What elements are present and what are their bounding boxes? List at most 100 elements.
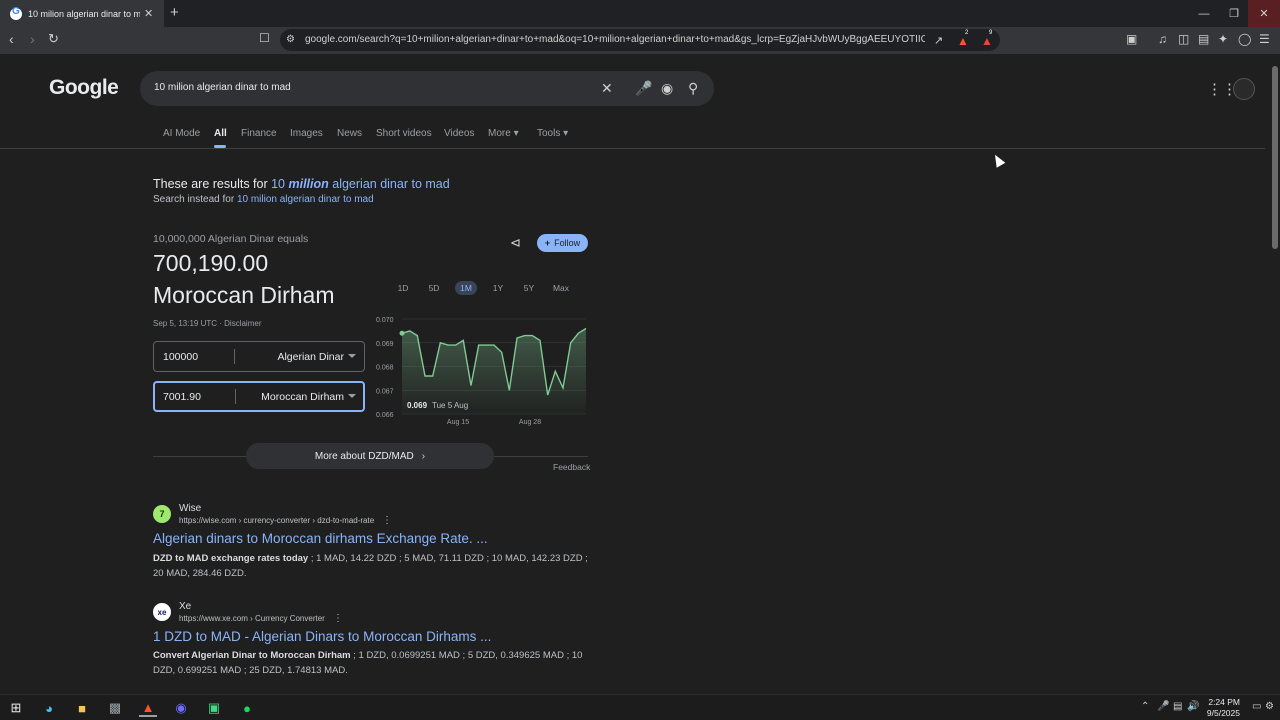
field-separator (235, 389, 236, 404)
result-site-name[interactable]: Xe (179, 601, 191, 612)
more-options-icon[interactable]: ⋮ (382, 515, 392, 526)
mic-icon[interactable]: 🎤 (1157, 701, 1169, 712)
avatar[interactable] (1233, 78, 1255, 100)
tab-more[interactable]: More ▾ (488, 128, 519, 139)
voice-search-icon[interactable]: 🎤 (635, 80, 652, 97)
reload-icon[interactable]: ↻ (48, 31, 59, 47)
window-close-icon[interactable]: ✕ (1248, 0, 1280, 27)
new-tab-button[interactable]: + (170, 4, 179, 21)
conversion-timestamp: Sep 5, 13:19 UTC · Disclaimer (153, 319, 262, 328)
plus-icon: + (544, 238, 551, 248)
windows-start-icon[interactable]: ⊞ (7, 699, 25, 717)
tab-videos[interactable]: Videos (444, 128, 474, 139)
result-title-link[interactable]: 1 DZD to MAD - Algerian Dinars to Morocc… (153, 629, 491, 644)
original-query-link[interactable]: 10 milion algerian dinar to mad (237, 194, 374, 205)
settings-icon[interactable]: ⚙ (1265, 701, 1274, 712)
brave-rewards-icon[interactable]: ▲ (981, 34, 993, 48)
tab-all[interactable]: All (214, 128, 227, 139)
corrected-query-link[interactable]: 10 million algerian dinar to mad (271, 177, 450, 191)
vpn-icon[interactable]: ◯ (1238, 32, 1251, 46)
edge-icon[interactable]: ◕ (40, 699, 58, 717)
tab-title: 10 milion algerian dinar to mad (28, 8, 140, 19)
spotify-icon[interactable]: ● (238, 699, 256, 717)
browser-tab[interactable]: 10 milion algerian dinar to mad ✕ (0, 0, 164, 27)
from-currency-select[interactable]: Algerian Dinar (277, 351, 344, 363)
mouse-cursor (990, 152, 1006, 168)
y-tick-label: 0.069 (376, 341, 394, 348)
tab-short-videos[interactable]: Short videos (376, 128, 432, 139)
search-icon[interactable]: ⚲ (688, 80, 698, 97)
menu-icon[interactable]: ☰ (1259, 32, 1270, 46)
tab-images[interactable]: Images (290, 128, 323, 139)
bookmark-icon[interactable]: ☐ (259, 31, 270, 45)
android-icon[interactable]: ▣ (205, 699, 223, 717)
tab-close-icon[interactable]: ✕ (144, 7, 153, 20)
to-currency-field[interactable]: 7001.90 Moroccan Dirham (153, 381, 365, 412)
range-5y[interactable]: 5Y (518, 283, 540, 293)
to-currency-select[interactable]: Moroccan Dirham (261, 391, 344, 403)
tab-news[interactable]: News (337, 128, 362, 139)
share-page-icon[interactable]: ↗ (934, 34, 943, 47)
range-5d[interactable]: 5D (423, 283, 445, 293)
range-1d[interactable]: 1D (392, 283, 414, 293)
chevron-down-icon[interactable] (348, 354, 356, 358)
back-icon[interactable]: ‹ (9, 31, 14, 47)
scrollbar-thumb[interactable] (1272, 66, 1278, 249)
more-about-button[interactable]: More about DZD/MAD › (246, 443, 494, 469)
tab-ai-mode[interactable]: AI Mode (163, 128, 200, 139)
range-max[interactable]: Max (550, 283, 572, 293)
sidebar-icon[interactable]: ◫ (1178, 32, 1189, 46)
notifications-icon[interactable]: ▭ (1252, 701, 1261, 712)
corrected-part-2: algerian dinar to mad (328, 177, 450, 191)
clear-search-icon[interactable]: ✕ (601, 80, 613, 97)
follow-button[interactable]: + Follow (537, 234, 588, 252)
brave-browser-icon[interactable]: ▲ (139, 699, 157, 717)
y-tick-label: 0.070 (376, 317, 394, 324)
tab-more-label: More (488, 128, 511, 139)
brave-shields-icon[interactable]: ▲ (957, 34, 969, 48)
chart-hover-point (399, 330, 405, 336)
result-url[interactable]: https://wise.com › currency-converter › … (179, 516, 374, 525)
volume-icon[interactable]: 🔊 (1187, 701, 1199, 712)
address-bar[interactable]: ⚙ google.com/search?q=10+milion+algerian… (280, 29, 1000, 51)
minimize-icon[interactable]: — (1188, 0, 1220, 27)
lens-search-icon[interactable]: ◉ (661, 80, 673, 97)
search-instead: Search instead for 10 milion algerian di… (153, 194, 374, 205)
site-info-icon[interactable]: ⚙ (286, 34, 295, 45)
to-amount-input[interactable]: 7001.90 (163, 391, 201, 403)
share-icon[interactable]: ⊲ (510, 235, 521, 251)
result-title-link[interactable]: Algerian dinars to Moroccan dirhams Exch… (153, 531, 488, 546)
restore-icon[interactable]: ❐ (1218, 0, 1250, 27)
tab-finance[interactable]: Finance (241, 128, 277, 139)
from-amount-input[interactable]: 100000 (163, 351, 198, 363)
shields-badge: 2 (965, 30, 969, 36)
exchange-rate-chart[interactable]: 0.070 0.069 0.068 0.067 0.066 Aug 15 Aug 28 0… (370, 310, 590, 430)
tray-overflow-icon[interactable]: ⌃ (1141, 701, 1149, 712)
tab-search-icon[interactable]: ▣ (1126, 32, 1137, 46)
store-icon[interactable]: ▩ (106, 699, 124, 717)
range-1y[interactable]: 1Y (487, 283, 509, 293)
system-clock[interactable]: 2:24 PM 9/5/2025 (1200, 697, 1240, 719)
tab-tools[interactable]: Tools ▾ (537, 128, 568, 139)
google-logo[interactable]: Google (49, 76, 119, 100)
media-icon[interactable]: ♫ (1158, 32, 1167, 46)
field-separator (234, 349, 235, 364)
from-currency-field[interactable]: 100000 Algerian Dinar (153, 341, 365, 372)
discord-icon[interactable]: ◉ (172, 699, 190, 717)
leo-ai-icon[interactable]: ✦ (1218, 32, 1228, 46)
wallet-icon[interactable]: ▤ (1198, 32, 1209, 46)
feedback-link[interactable]: Feedback (553, 462, 590, 472)
file-explorer-icon[interactable]: ■ (73, 699, 91, 717)
more-about-label: More about DZD/MAD (314, 450, 414, 462)
y-tick-label: 0.066 (376, 412, 394, 419)
chevron-down-icon[interactable] (348, 394, 356, 398)
result-url[interactable]: https://www.xe.com › Currency Converter (179, 614, 325, 623)
search-box[interactable]: 10 milion algerian dinar to mad ✕ 🎤 ◉ ⚲ (140, 71, 714, 106)
network-icon[interactable]: ▤ (1173, 701, 1182, 712)
result-site-name[interactable]: Wise (179, 503, 201, 514)
windows-taskbar: ⊞ ◕ ■ ▩ ▲ ◉ ▣ ● ⌃ 🎤 ▤ 🔊 2:24 PM 9/5/2025… (0, 694, 1280, 720)
search-input[interactable]: 10 milion algerian dinar to mad (154, 82, 291, 93)
forward-icon[interactable]: › (30, 31, 35, 47)
more-options-icon[interactable]: ⋮ (333, 613, 343, 624)
range-1m[interactable]: 1M (455, 281, 477, 295)
